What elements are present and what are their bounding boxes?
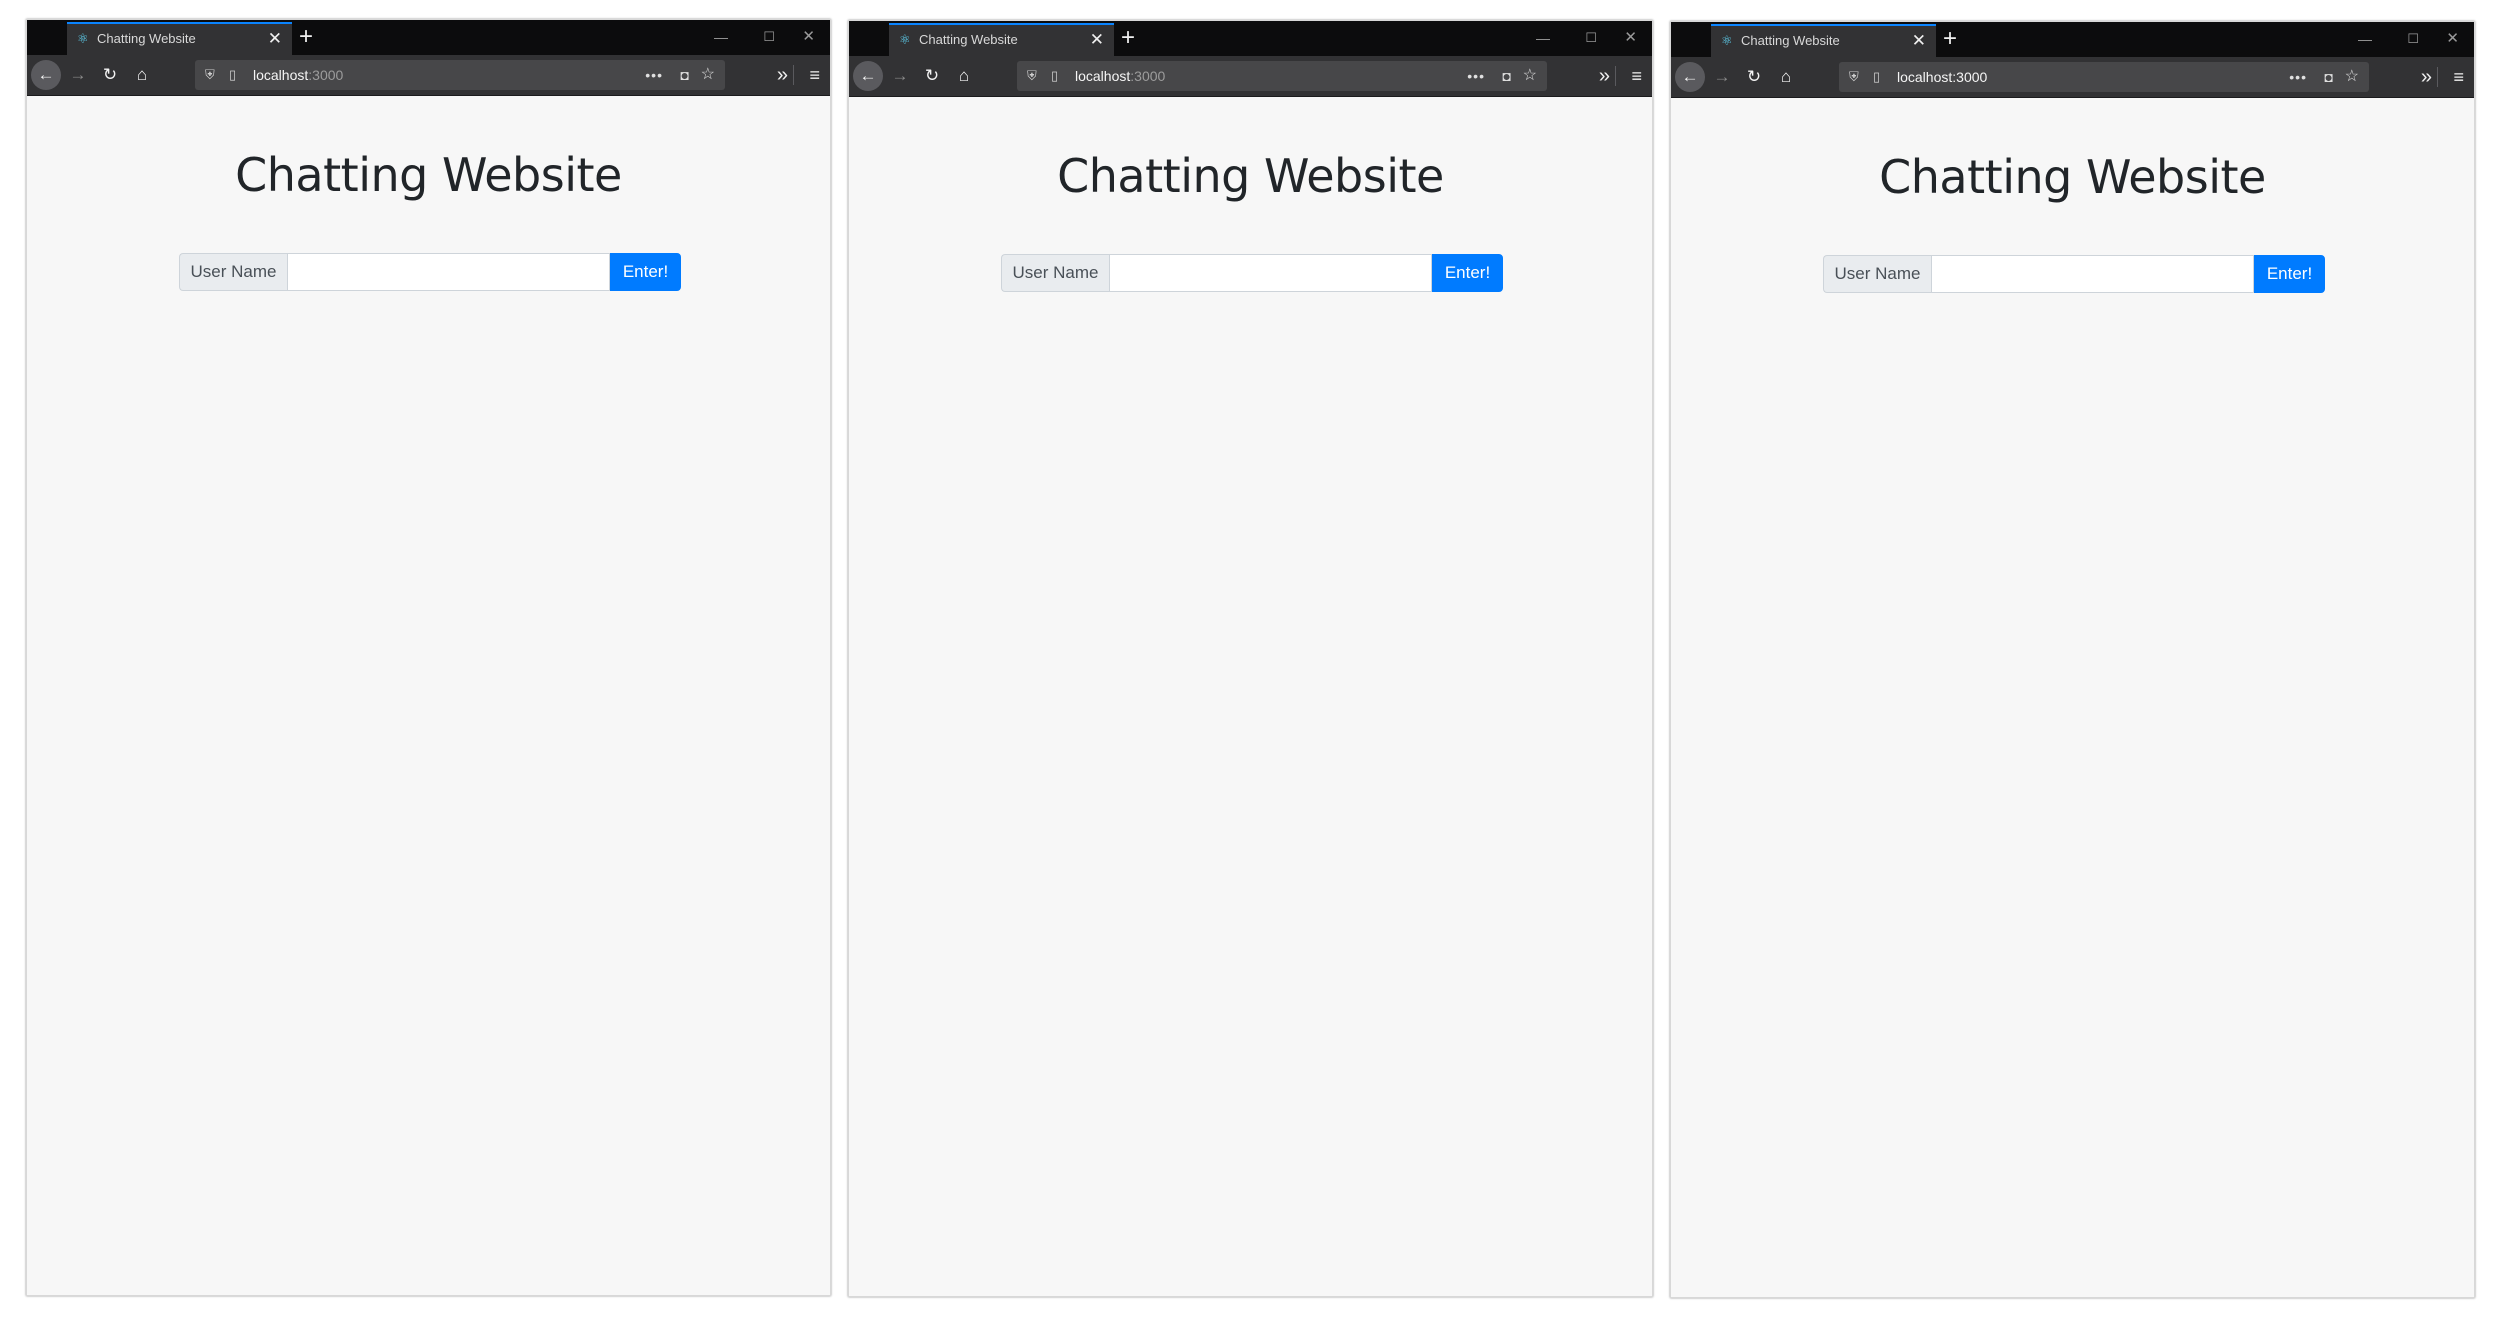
enter-button[interactable]: Enter! (610, 253, 681, 291)
home-icon[interactable]: ⌂ (949, 61, 979, 91)
page-content: Chatting Website User Name Enter! (849, 97, 1652, 1296)
overflow-icon[interactable]: » (1599, 61, 1610, 91)
enter-button[interactable]: Enter! (2254, 255, 2325, 293)
url-port: :3000 (308, 67, 344, 83)
new-tab-button[interactable]: + (1943, 24, 1957, 54)
url-port: :3000 (1130, 68, 1166, 84)
username-form: User Name Enter! (1823, 255, 2325, 293)
username-form: User Name Enter! (179, 253, 681, 291)
url-host: localhost (253, 67, 309, 83)
page-actions-icon[interactable]: ••• (645, 60, 663, 90)
username-form: User Name Enter! (1001, 254, 1503, 292)
home-icon[interactable]: ⌂ (127, 60, 157, 90)
home-icon[interactable]: ⌂ (1771, 62, 1801, 92)
title-bar: ⚛ Chatting Website ✕ + — ☐ ✕ (1671, 22, 2474, 57)
tab-title: Chatting Website (1741, 33, 1840, 48)
hamburger-menu-icon[interactable]: ≡ (1631, 61, 1642, 91)
browser-window-3: ⚛ Chatting Website ✕ + — ☐ ✕ ← → ↻ ⌂ ⛨ ▯… (1670, 21, 2475, 1298)
reload-icon[interactable]: ↻ (917, 61, 947, 91)
username-input[interactable] (287, 253, 610, 291)
minimize-icon[interactable]: — (1536, 23, 1550, 53)
url-host: localhost (1075, 68, 1131, 84)
hamburger-menu-icon[interactable]: ≡ (809, 60, 820, 90)
nav-toolbar: ← → ↻ ⌂ ⛨ ▯ localhost:3000 ••• ◘ ☆ » ≡ (1671, 57, 2474, 98)
maximize-icon[interactable]: ☐ (1585, 23, 1597, 53)
nav-toolbar: ← → ↻ ⌂ ⛨ ▯ localhost:3000 ••• ◘ ☆ » ≡ (849, 56, 1652, 97)
window-close-icon[interactable]: ✕ (2446, 24, 2459, 54)
url-text: localhost:3000 (253, 60, 343, 90)
reload-icon[interactable]: ↻ (95, 60, 125, 90)
window-close-icon[interactable]: ✕ (802, 22, 815, 52)
url-host: localhost (1897, 69, 1953, 85)
page-content: Chatting Website User Name Enter! (1671, 98, 2474, 1297)
browser-tab[interactable]: ⚛ Chatting Website ✕ (1711, 24, 1936, 57)
username-label: User Name (179, 253, 287, 291)
react-icon: ⚛ (77, 31, 89, 46)
page-content: Chatting Website User Name Enter! (27, 96, 830, 1295)
username-input[interactable] (1109, 254, 1432, 292)
url-text: localhost:3000 (1075, 61, 1165, 91)
back-arrow-icon[interactable]: ← (1675, 62, 1705, 92)
react-icon: ⚛ (1721, 33, 1733, 48)
page-info-icon[interactable]: ▯ (1051, 61, 1058, 91)
new-tab-button[interactable]: + (299, 22, 313, 52)
pocket-icon[interactable]: ◘ (2325, 62, 2333, 92)
back-arrow-icon[interactable]: ← (853, 61, 883, 91)
toolbar-separator (1615, 66, 1616, 86)
tab-close-icon[interactable]: ✕ (1912, 26, 1926, 56)
bookmark-star-icon[interactable]: ☆ (1523, 61, 1537, 91)
browser-tab[interactable]: ⚛ Chatting Website ✕ (67, 22, 292, 55)
react-icon: ⚛ (899, 32, 911, 47)
url-bar[interactable]: ⛨ ▯ localhost:3000 ••• ◘ ☆ (195, 60, 725, 90)
tracking-shield-icon[interactable]: ⛨ (1849, 62, 1859, 92)
minimize-icon[interactable]: — (714, 22, 728, 52)
overflow-icon[interactable]: » (777, 60, 788, 90)
url-port: :3000 (1952, 69, 1988, 85)
page-actions-icon[interactable]: ••• (2289, 62, 2307, 92)
overflow-icon[interactable]: » (2421, 62, 2432, 92)
url-bar[interactable]: ⛨ ▯ localhost:3000 ••• ◘ ☆ (1017, 61, 1547, 91)
page-actions-icon[interactable]: ••• (1467, 61, 1485, 91)
tab-title: Chatting Website (919, 32, 1018, 47)
url-text: localhost:3000 (1897, 62, 1987, 92)
page-title: Chatting Website (1879, 150, 2266, 204)
maximize-icon[interactable]: ☐ (2407, 24, 2419, 54)
browser-tab[interactable]: ⚛ Chatting Website ✕ (889, 23, 1114, 56)
forward-arrow-icon[interactable]: → (63, 60, 93, 90)
browser-window-1: ⚛ Chatting Website ✕ + — ☐ ✕ ← → ↻ ⌂ ⛨ ▯… (26, 19, 831, 1296)
page-title: Chatting Website (235, 148, 622, 202)
forward-arrow-icon[interactable]: → (1707, 62, 1737, 92)
page-title: Chatting Website (1057, 149, 1444, 203)
window-close-icon[interactable]: ✕ (1624, 23, 1637, 53)
username-label: User Name (1823, 255, 1931, 293)
browser-window-2: ⚛ Chatting Website ✕ + — ☐ ✕ ← → ↻ ⌂ ⛨ ▯… (848, 20, 1653, 1297)
url-bar[interactable]: ⛨ ▯ localhost:3000 ••• ◘ ☆ (1839, 62, 2369, 92)
new-tab-button[interactable]: + (1121, 23, 1135, 53)
tracking-shield-icon[interactable]: ⛨ (1027, 61, 1037, 91)
back-arrow-icon[interactable]: ← (31, 60, 61, 90)
pocket-icon[interactable]: ◘ (681, 60, 689, 90)
enter-button[interactable]: Enter! (1432, 254, 1503, 292)
tracking-shield-icon[interactable]: ⛨ (205, 60, 215, 90)
forward-arrow-icon[interactable]: → (885, 61, 915, 91)
bookmark-star-icon[interactable]: ☆ (2345, 62, 2359, 92)
page-info-icon[interactable]: ▯ (229, 60, 236, 90)
toolbar-separator (2437, 67, 2438, 87)
maximize-icon[interactable]: ☐ (763, 22, 775, 52)
tab-close-icon[interactable]: ✕ (1090, 25, 1104, 55)
title-bar: ⚛ Chatting Website ✕ + — ☐ ✕ (849, 21, 1652, 56)
tab-close-icon[interactable]: ✕ (268, 24, 282, 54)
minimize-icon[interactable]: — (2358, 24, 2372, 54)
bookmark-star-icon[interactable]: ☆ (701, 60, 715, 90)
reload-icon[interactable]: ↻ (1739, 62, 1769, 92)
nav-toolbar: ← → ↻ ⌂ ⛨ ▯ localhost:3000 ••• ◘ ☆ » ≡ (27, 55, 830, 96)
username-label: User Name (1001, 254, 1109, 292)
tab-title: Chatting Website (97, 31, 196, 46)
pocket-icon[interactable]: ◘ (1503, 61, 1511, 91)
toolbar-separator (793, 65, 794, 85)
hamburger-menu-icon[interactable]: ≡ (2453, 62, 2464, 92)
page-info-icon[interactable]: ▯ (1873, 62, 1880, 92)
title-bar: ⚛ Chatting Website ✕ + — ☐ ✕ (27, 20, 830, 55)
username-input[interactable] (1931, 255, 2254, 293)
